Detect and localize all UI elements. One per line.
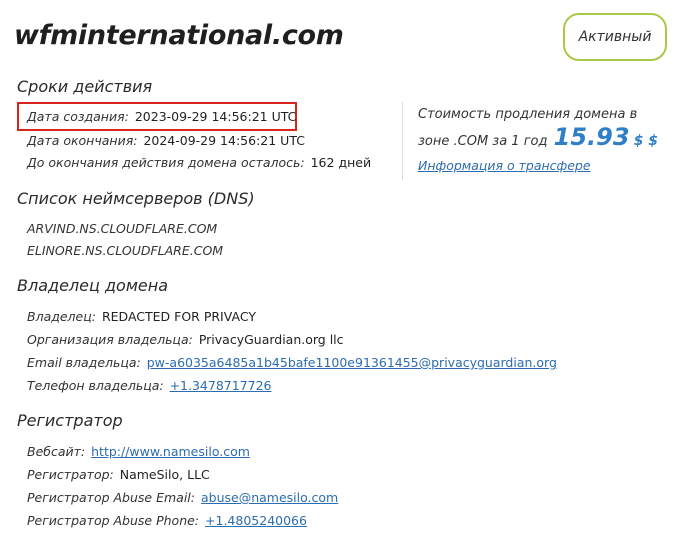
status-badge: Активный bbox=[563, 13, 667, 61]
owner-section-title: Владелец домена bbox=[17, 276, 168, 295]
owner-phone-label: Телефон владельца: bbox=[27, 378, 164, 393]
divider bbox=[402, 102, 403, 180]
registrar-label: Регистратор: bbox=[27, 467, 114, 482]
website-label: Вебсайт: bbox=[27, 444, 86, 459]
owner-label: Владелец: bbox=[27, 309, 96, 324]
abuse-email-link[interactable]: abuse@namesilo.com bbox=[201, 490, 338, 505]
domain-title: wfminternational.com bbox=[14, 20, 344, 51]
registrar-section-title: Регистратор bbox=[17, 411, 123, 430]
website-row: Вебсайт: http://www.namesilo.com bbox=[27, 444, 250, 459]
owner-email-label: Email владельца: bbox=[27, 355, 141, 370]
expires-label: Дата окончания: bbox=[27, 133, 138, 148]
dns-section-title: Список неймсерверов (DNS) bbox=[17, 189, 255, 208]
org-label: Организация владельца: bbox=[27, 332, 193, 347]
created-row: Дата создания: 2023-09-29 14:56:21 UTC bbox=[27, 109, 296, 124]
abuse-phone-row: Регистратор Abuse Phone: +1.4805240066 bbox=[27, 513, 307, 528]
renewal-price: 15.93 bbox=[553, 123, 630, 151]
abuse-phone-link[interactable]: +1.4805240066 bbox=[205, 513, 307, 528]
owner-email-row: Email владельца: pw-a6035a6485a1b45bafe11… bbox=[27, 355, 557, 370]
validity-section-title: Сроки действия bbox=[17, 77, 153, 96]
owner-email-link[interactable]: pw-a6035a6485a1b45bafe1100e91361455@priv… bbox=[147, 355, 557, 370]
owner-phone-row: Телефон владельца: +1.3478717726 bbox=[27, 378, 272, 393]
org-row: Организация владельца: PrivacyGuardian.or… bbox=[27, 332, 344, 347]
registrar-row: Регистратор: NameSilo, LLC bbox=[27, 467, 210, 482]
abuse-email-label: Регистратор Abuse Email: bbox=[27, 490, 195, 505]
abuse-email-row: Регистратор Abuse Email: abuse@namesilo.c… bbox=[27, 490, 338, 505]
owner-phone-link[interactable]: +1.3478717726 bbox=[170, 378, 272, 393]
renewal-info: Стоимость продления домена в зоне .COM з… bbox=[418, 104, 678, 178]
created-value: 2023-09-29 14:56:21 UTC bbox=[134, 109, 297, 124]
remaining-value: 162 дней bbox=[310, 155, 372, 170]
renewal-currency: $ $ bbox=[633, 133, 659, 149]
remaining-row: До окончания действия домена осталось: 16… bbox=[27, 155, 371, 170]
owner-value: REDACTED FOR PRIVACY bbox=[101, 309, 256, 324]
owner-row: Владелец: REDACTED FOR PRIVACY bbox=[27, 309, 256, 324]
renewal-price-line: зоне .COM за 1 год 15.93 $ $ bbox=[418, 123, 678, 153]
website-link[interactable]: http://www.namesilo.com bbox=[91, 444, 250, 459]
registrar-value: NameSilo, LLC bbox=[119, 467, 210, 482]
expires-row: Дата окончания: 2024-09-29 14:56:21 UTC bbox=[27, 133, 305, 148]
abuse-phone-label: Регистратор Abuse Phone: bbox=[27, 513, 200, 528]
dns-server-1: ARVIND.NS.CLOUDFLARE.COM bbox=[27, 221, 218, 236]
created-label: Дата создания: bbox=[27, 109, 129, 124]
remaining-label: До окончания действия домена осталось: bbox=[27, 155, 305, 170]
expires-value: 2024-09-29 14:56:21 UTC bbox=[143, 133, 305, 148]
renewal-text-line1: Стоимость продления домена в bbox=[418, 107, 638, 122]
transfer-info-link[interactable]: Информация о трансфере bbox=[418, 155, 591, 177]
renewal-text-line2: зоне .COM за 1 год bbox=[418, 134, 548, 149]
org-value: PrivacyGuardian.org llc bbox=[198, 332, 344, 347]
dns-server-2: ELINORE.NS.CLOUDFLARE.COM bbox=[27, 243, 224, 258]
